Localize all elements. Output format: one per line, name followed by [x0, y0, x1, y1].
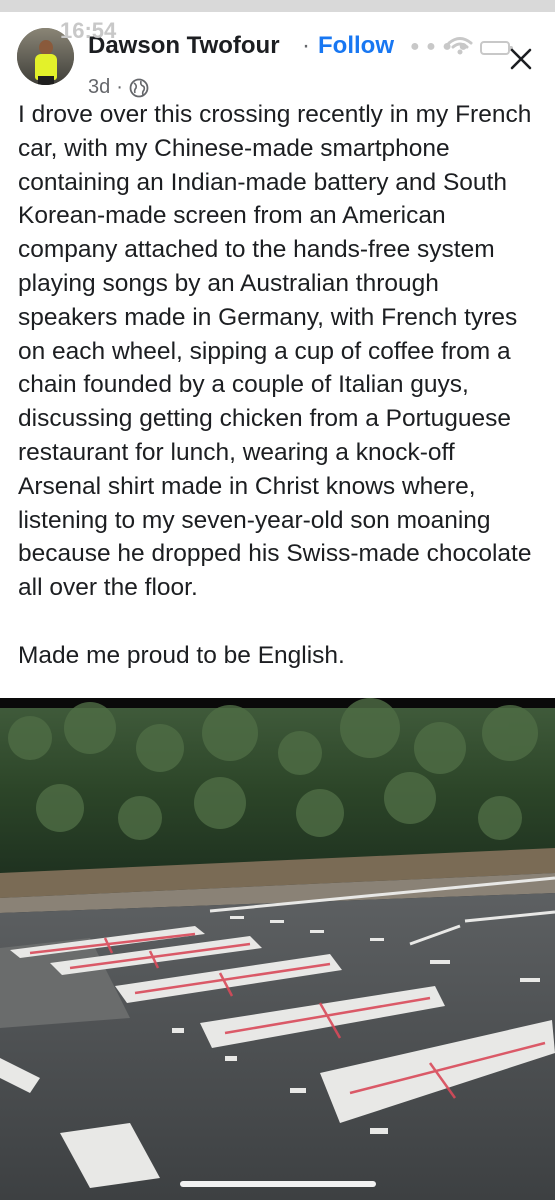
status-time: 16:54 — [60, 18, 117, 43]
author-name[interactable]: Dawson Twofour — [88, 32, 280, 60]
meta-separator: · — [116, 76, 123, 98]
post-paragraph-2: Made me proud to be English. — [18, 641, 345, 669]
globe-icon — [129, 78, 149, 97]
follow-button[interactable]: Follow — [318, 32, 394, 60]
home-indicator — [180, 1181, 376, 1187]
crossing-photo-image — [0, 698, 555, 1200]
post-age[interactable]: 3d — [88, 76, 110, 99]
wifi-icon — [447, 37, 473, 55]
post-meta: 3d · — [88, 76, 149, 99]
status-bar-background — [0, 0, 555, 12]
name-separator: · — [302, 32, 310, 59]
post-body: I drove over this crossing recently in m… — [18, 98, 540, 673]
post-paragraph-1: I drove over this crossing recently in m… — [18, 101, 532, 602]
close-icon[interactable] — [506, 44, 536, 74]
post-photo[interactable] — [0, 698, 555, 1200]
